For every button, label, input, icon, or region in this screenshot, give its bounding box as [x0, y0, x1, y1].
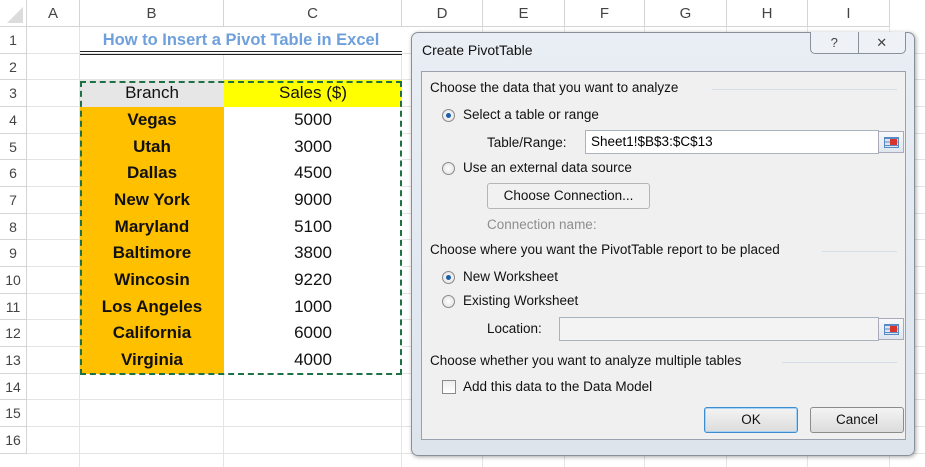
- dialog-panel: Choose the data that you want to analyze…: [421, 71, 906, 440]
- column-header-C[interactable]: C: [224, 0, 402, 27]
- cancel-button[interactable]: Cancel: [810, 407, 904, 433]
- create-pivottable-dialog: Create PivotTable ? ✕ Choose the data th…: [411, 32, 915, 456]
- row-header-9[interactable]: 9: [0, 240, 27, 268]
- column-header-G[interactable]: G: [645, 0, 727, 27]
- radio-existing-worksheet[interactable]: [442, 295, 455, 308]
- radio-new-worksheet-label[interactable]: New Worksheet: [463, 269, 558, 284]
- header-branch[interactable]: Branch: [80, 80, 224, 107]
- ok-button[interactable]: OK: [704, 407, 798, 433]
- cell-branch[interactable]: Los Angeles: [80, 293, 224, 321]
- data-model-label[interactable]: Add this data to the Data Model: [463, 379, 652, 394]
- data-model-checkbox[interactable]: [442, 380, 456, 394]
- radio-select-table-label[interactable]: Select a table or range: [463, 107, 599, 122]
- connection-name-label: Connection name:: [487, 217, 597, 232]
- header-sales[interactable]: Sales ($): [224, 80, 402, 107]
- row-header-6[interactable]: 6: [0, 160, 27, 187]
- table-range-input[interactable]: Sheet1!$B$3:$C$13: [585, 130, 879, 154]
- radio-select-table[interactable]: [442, 109, 455, 122]
- help-button[interactable]: ?: [811, 32, 859, 53]
- section-multiple-tables-heading: Choose whether you want to analyze multi…: [430, 353, 742, 368]
- row-header-10[interactable]: 10: [0, 267, 27, 294]
- column-header-I[interactable]: I: [808, 0, 890, 27]
- cell-sales[interactable]: 9220: [224, 267, 402, 294]
- row-header-3[interactable]: 3: [0, 80, 27, 107]
- row-header-12[interactable]: 12: [0, 320, 27, 348]
- location-label: Location:: [487, 321, 542, 336]
- range-selector-button[interactable]: [878, 131, 904, 153]
- column-header-A[interactable]: A: [27, 0, 80, 27]
- column-header-E[interactable]: E: [483, 0, 565, 27]
- location-input[interactable]: [559, 317, 879, 341]
- section-placement-heading: Choose where you want the PivotTable rep…: [430, 242, 780, 257]
- close-button[interactable]: ✕: [859, 32, 906, 53]
- cell-branch[interactable]: Virginia: [80, 347, 224, 374]
- choose-connection-button[interactable]: Choose Connection...: [487, 183, 650, 209]
- table-range-label: Table/Range:: [487, 135, 567, 150]
- radio-external-source[interactable]: [442, 162, 455, 175]
- row-header-7[interactable]: 7: [0, 187, 27, 214]
- dialog-title: Create PivotTable: [422, 42, 533, 58]
- cell-sales[interactable]: 6000: [224, 320, 402, 348]
- column-header-H[interactable]: H: [727, 0, 808, 27]
- sheet-title: How to Insert a Pivot Table in Excel: [80, 27, 402, 53]
- cell-sales[interactable]: 1000: [224, 293, 402, 321]
- title-double-underline: [80, 51, 402, 55]
- cell-branch[interactable]: Maryland: [80, 213, 224, 241]
- location-selector-button[interactable]: [878, 318, 904, 340]
- divider: [712, 89, 897, 90]
- row-header-8[interactable]: 8: [0, 213, 27, 241]
- cell-branch[interactable]: New York: [80, 187, 224, 214]
- cell-sales[interactable]: 3000: [224, 133, 402, 161]
- column-header-D[interactable]: D: [402, 0, 483, 27]
- row-header-11[interactable]: 11: [0, 293, 27, 321]
- row-header-14[interactable]: 14: [0, 373, 27, 401]
- cell-branch[interactable]: Vegas: [80, 107, 224, 134]
- divider: [822, 251, 897, 252]
- cell-sales[interactable]: 5000: [224, 107, 402, 134]
- cell-sales[interactable]: 9000: [224, 187, 402, 214]
- cell-sales[interactable]: 4500: [224, 160, 402, 187]
- radio-new-worksheet[interactable]: [442, 271, 455, 284]
- row-header-4[interactable]: 4: [0, 107, 27, 134]
- cell-branch[interactable]: Utah: [80, 133, 224, 161]
- cell-branch[interactable]: Dallas: [80, 160, 224, 187]
- cell-branch[interactable]: Wincosin: [80, 267, 224, 294]
- row-header-2[interactable]: 2: [0, 53, 27, 81]
- select-all-corner[interactable]: [0, 0, 27, 27]
- row-header-15[interactable]: 15: [0, 400, 27, 428]
- row-header-1[interactable]: 1: [0, 27, 27, 54]
- cell-sales[interactable]: 4000: [224, 347, 402, 374]
- cell-sales[interactable]: 3800: [224, 240, 402, 268]
- row-header-5[interactable]: 5: [0, 133, 27, 161]
- divider: [782, 362, 897, 363]
- row-header-16[interactable]: 16: [0, 427, 27, 454]
- cell-sales[interactable]: 5100: [224, 213, 402, 241]
- row-header-13[interactable]: 13: [0, 347, 27, 374]
- cell-branch[interactable]: Baltimore: [80, 240, 224, 268]
- column-header-F[interactable]: F: [565, 0, 645, 27]
- section-data-heading: Choose the data that you want to analyze: [430, 80, 679, 95]
- radio-existing-worksheet-label[interactable]: Existing Worksheet: [463, 293, 578, 308]
- cell-branch[interactable]: California: [80, 320, 224, 348]
- column-header-B[interactable]: B: [80, 0, 224, 27]
- radio-external-source-label[interactable]: Use an external data source: [463, 160, 632, 175]
